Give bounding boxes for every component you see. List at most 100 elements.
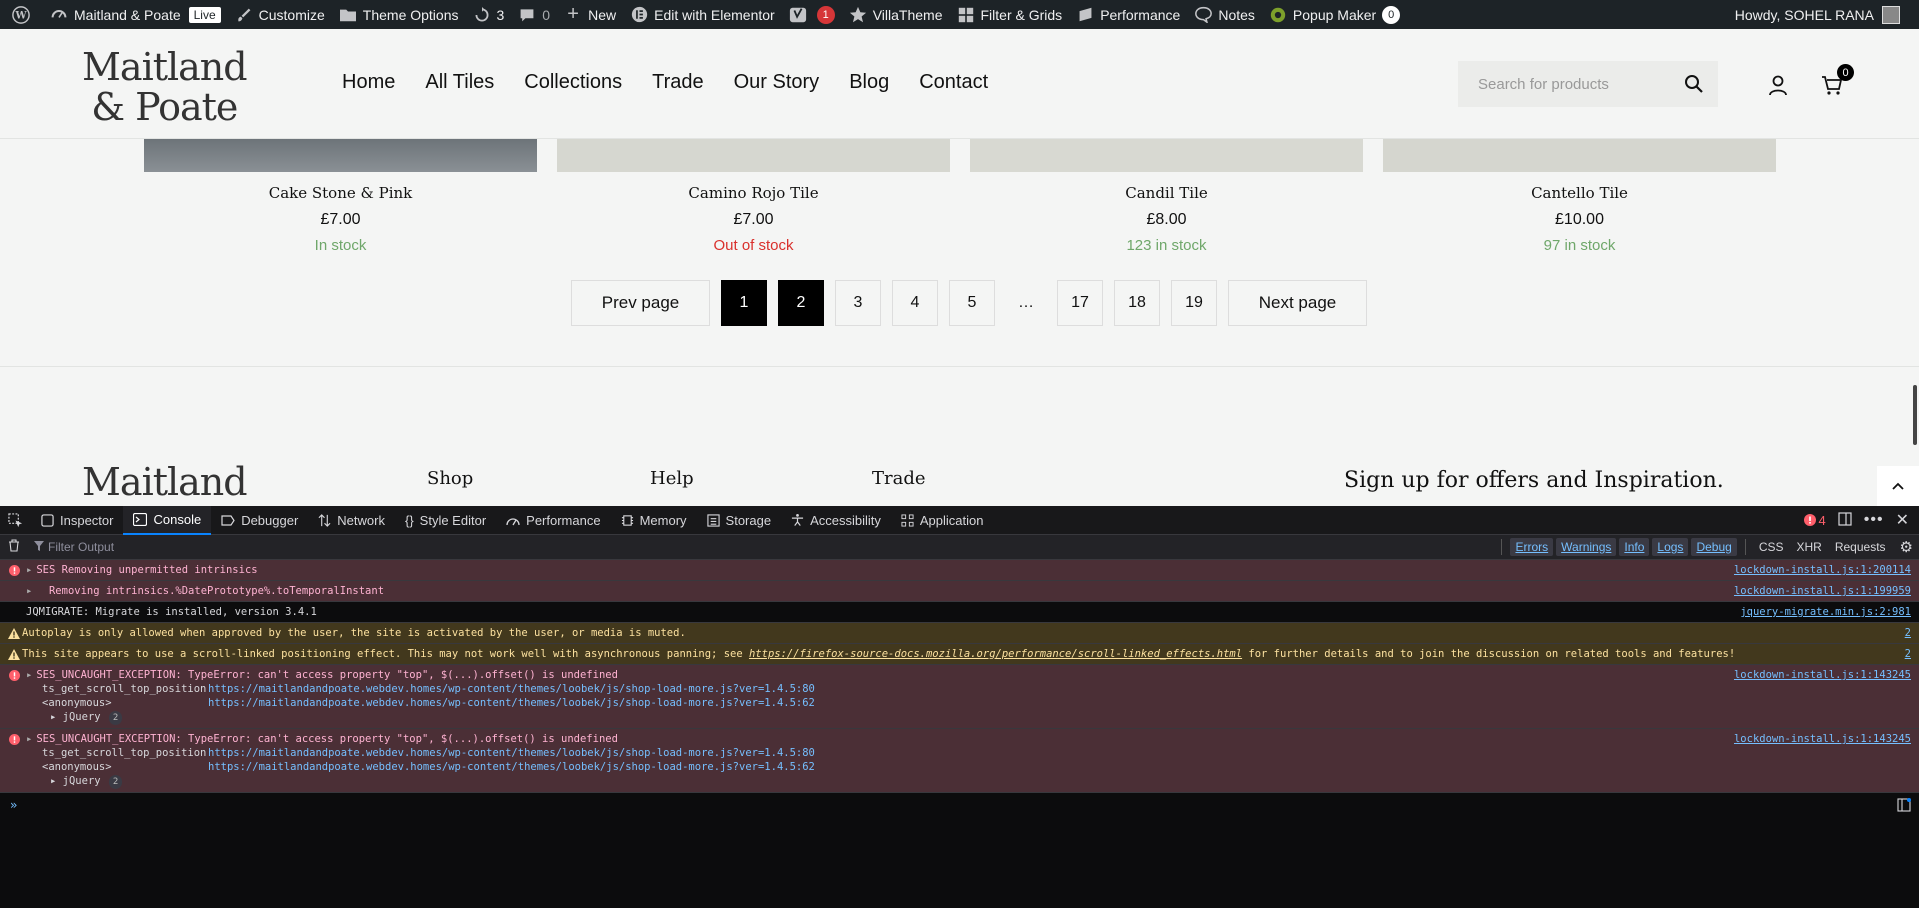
expand-arrow-icon[interactable]: ▸ bbox=[26, 564, 32, 576]
expand-arrow-icon[interactable]: ▸ bbox=[26, 733, 32, 745]
nav-our-story[interactable]: Our Story bbox=[734, 71, 820, 94]
product-image[interactable] bbox=[144, 139, 537, 172]
page-4[interactable]: 4 bbox=[892, 280, 938, 326]
console-input[interactable]: » bbox=[0, 793, 1919, 817]
docs-link[interactable]: https://firefox-source-docs.mozilla.org/… bbox=[749, 648, 1242, 660]
source-link[interactable]: jquery-migrate.min.js:2:981 bbox=[1740, 605, 1911, 619]
prev-page-button[interactable]: Prev page bbox=[571, 280, 710, 326]
source-link[interactable]: lockdown-install.js:1:143245 bbox=[1734, 732, 1911, 746]
footer-logo[interactable]: Maitland bbox=[82, 460, 248, 504]
product-card[interactable]: Candil Tile £8.00 123 in stock bbox=[970, 139, 1363, 254]
filter-warnings[interactable]: Warnings bbox=[1556, 538, 1617, 556]
search-input[interactable] bbox=[1478, 75, 1684, 93]
stack-location[interactable]: https://maitlandandpoate.webdev.homes/wp… bbox=[208, 761, 815, 773]
theme-options-link[interactable]: Theme Options bbox=[332, 0, 466, 29]
filter-xhr[interactable]: XHR bbox=[1792, 538, 1827, 556]
dock-icon[interactable] bbox=[1838, 511, 1852, 529]
stack-location[interactable]: https://maitlandandpoate.webdev.homes/wp… bbox=[208, 747, 815, 759]
account-icon[interactable] bbox=[1764, 71, 1792, 99]
page-1[interactable]: 1 bbox=[721, 280, 767, 326]
product-card[interactable]: Cake Stone & Pink £7.00 In stock bbox=[144, 139, 537, 254]
filter-output-input[interactable]: Filter Output bbox=[34, 540, 114, 554]
wordpress-logo-menu[interactable]: W bbox=[0, 0, 43, 29]
nav-all-tiles[interactable]: All Tiles bbox=[425, 71, 494, 94]
filter-logs[interactable]: Logs bbox=[1652, 538, 1689, 556]
trash-icon[interactable] bbox=[8, 539, 20, 555]
new-content-menu[interactable]: + New bbox=[557, 0, 623, 29]
source-link[interactable]: 2 bbox=[1905, 626, 1911, 640]
page-3[interactable]: 3 bbox=[835, 280, 881, 326]
tab-accessibility[interactable]: Accessibility bbox=[781, 506, 891, 535]
console-message-error[interactable]: ▸ SES_UNCAUGHT_EXCEPTION: TypeError: can'… bbox=[0, 729, 1919, 793]
expand-arrow-icon[interactable]: ▸ bbox=[50, 775, 63, 787]
console-message-error[interactable]: ▸ Removing intrinsics.%DatePrototype%.to… bbox=[0, 581, 1919, 602]
yoast-menu[interactable]: 1 bbox=[782, 0, 842, 29]
console-message-warning[interactable]: This site appears to use a scroll-linked… bbox=[0, 644, 1919, 665]
elementor-edit-link[interactable]: Edit with Elementor bbox=[623, 0, 782, 29]
console-message-error[interactable]: ▸ SES Removing unpermitted intrinsics loc… bbox=[0, 560, 1919, 581]
my-account-menu[interactable]: Howdy, SOHEL RANA bbox=[1728, 0, 1907, 29]
popup-maker-menu[interactable]: Popup Maker 0 bbox=[1262, 0, 1407, 29]
stack-location[interactable]: https://maitlandandpoate.webdev.homes/wp… bbox=[208, 697, 815, 709]
filter-info[interactable]: Info bbox=[1619, 538, 1650, 556]
tab-memory[interactable]: Memory bbox=[611, 506, 697, 535]
page-17[interactable]: 17 bbox=[1057, 280, 1103, 326]
filter-grids-menu[interactable]: Filter & Grids bbox=[950, 0, 1070, 29]
split-console-icon[interactable] bbox=[1897, 798, 1911, 812]
scroll-to-top-button[interactable] bbox=[1877, 466, 1919, 506]
site-name-menu[interactable]: Maitland & Poate Live bbox=[43, 0, 228, 29]
product-title[interactable]: Cake Stone & Pink bbox=[144, 184, 537, 202]
expand-arrow-icon[interactable]: ▸ bbox=[26, 669, 32, 681]
nav-trade[interactable]: Trade bbox=[652, 71, 704, 94]
nav-home[interactable]: Home bbox=[342, 71, 395, 94]
product-card[interactable]: Camino Rojo Tile £7.00 Out of stock bbox=[557, 139, 950, 254]
filter-css[interactable]: CSS bbox=[1754, 538, 1789, 556]
site-logo[interactable]: Maitland & Poate bbox=[82, 47, 248, 127]
page-5[interactable]: 5 bbox=[949, 280, 995, 326]
filter-debug[interactable]: Debug bbox=[1691, 538, 1737, 556]
nav-collections[interactable]: Collections bbox=[524, 71, 622, 94]
expand-arrow-icon[interactable]: ▸ bbox=[50, 711, 63, 723]
product-image[interactable] bbox=[557, 139, 950, 172]
tab-console[interactable]: Console bbox=[123, 505, 212, 535]
product-image[interactable] bbox=[970, 139, 1363, 172]
console-message-log[interactable]: JQMIGRATE: Migrate is installed, version… bbox=[0, 602, 1919, 623]
settings-gear-icon[interactable]: ⚙ bbox=[1900, 538, 1913, 556]
product-card[interactable]: Cantello Tile £10.00 97 in stock bbox=[1383, 139, 1776, 254]
next-page-button[interactable]: Next page bbox=[1228, 280, 1367, 326]
cart-icon[interactable]: 0 bbox=[1818, 64, 1854, 99]
updates-link[interactable]: 3 bbox=[466, 0, 512, 29]
tab-style-editor[interactable]: {} Style Editor bbox=[395, 506, 496, 535]
close-icon[interactable]: ✕ bbox=[1896, 510, 1909, 530]
stack-location[interactable]: https://maitlandandpoate.webdev.homes/wp… bbox=[208, 683, 815, 695]
product-image[interactable] bbox=[1383, 139, 1776, 172]
stack-group[interactable]: ▸ jQuery 2 bbox=[26, 774, 1911, 789]
tab-application[interactable]: Application bbox=[891, 506, 994, 535]
tab-network[interactable]: Network bbox=[308, 506, 395, 535]
tab-storage[interactable]: Storage bbox=[697, 506, 782, 535]
source-link[interactable]: lockdown-install.js:1:143245 bbox=[1734, 668, 1911, 682]
expand-arrow-icon[interactable]: ▸ bbox=[26, 585, 32, 597]
more-options-icon[interactable]: ••• bbox=[1864, 511, 1884, 529]
stack-group[interactable]: ▸ jQuery 2 bbox=[26, 710, 1911, 725]
nav-contact[interactable]: Contact bbox=[919, 71, 988, 94]
tab-inspector[interactable]: Inspector bbox=[31, 506, 123, 535]
villatheme-menu[interactable]: VillaTheme bbox=[842, 0, 950, 29]
customize-link[interactable]: Customize bbox=[228, 0, 332, 29]
product-title[interactable]: Camino Rojo Tile bbox=[557, 184, 950, 202]
product-title[interactable]: Candil Tile bbox=[970, 184, 1363, 202]
tab-performance[interactable]: Performance bbox=[496, 506, 610, 535]
page-19[interactable]: 19 bbox=[1171, 280, 1217, 326]
page-scrollbar[interactable] bbox=[1913, 385, 1917, 445]
product-title[interactable]: Cantello Tile bbox=[1383, 184, 1776, 202]
source-link[interactable]: lockdown-install.js:1:200114 bbox=[1734, 563, 1911, 577]
search-icon[interactable] bbox=[1684, 74, 1704, 94]
page-18[interactable]: 18 bbox=[1114, 280, 1160, 326]
performance-menu[interactable]: Performance bbox=[1069, 0, 1187, 29]
filter-requests[interactable]: Requests bbox=[1830, 538, 1891, 556]
filter-errors[interactable]: Errors bbox=[1510, 538, 1554, 556]
source-link[interactable]: lockdown-install.js:1:199959 bbox=[1734, 584, 1911, 598]
page-2[interactable]: 2 bbox=[778, 280, 824, 326]
comments-link[interactable]: 0 bbox=[511, 0, 557, 29]
notes-menu[interactable]: Notes bbox=[1187, 0, 1262, 29]
